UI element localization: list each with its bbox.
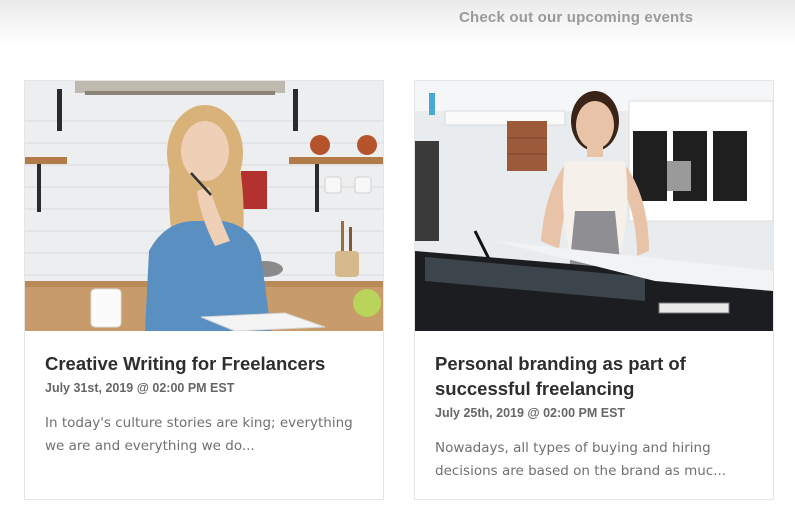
event-date: July 25th, 2019 @ 02:00 PM EST	[435, 406, 626, 420]
event-card[interactable]: Creative Writing for Freelancers July 31…	[24, 80, 384, 500]
event-title[interactable]: Creative Writing for Freelancers	[45, 351, 363, 376]
event-excerpt: Nowadays, all types of buying and hiring…	[435, 440, 727, 479]
event-image-woman-thinking-kitchen[interactable]	[25, 81, 383, 331]
event-date: July 31st, 2019 @ 02:00 PM EST	[45, 381, 235, 395]
event-title[interactable]: Personal branding as part of successful …	[435, 351, 753, 401]
event-image-woman-at-desk-office[interactable]	[415, 81, 773, 331]
section-subtitle: Check out our upcoming events	[459, 9, 694, 26]
event-card[interactable]: Personal branding as part of successful …	[414, 80, 774, 500]
event-excerpt: In today's culture stories are king; eve…	[45, 415, 353, 454]
